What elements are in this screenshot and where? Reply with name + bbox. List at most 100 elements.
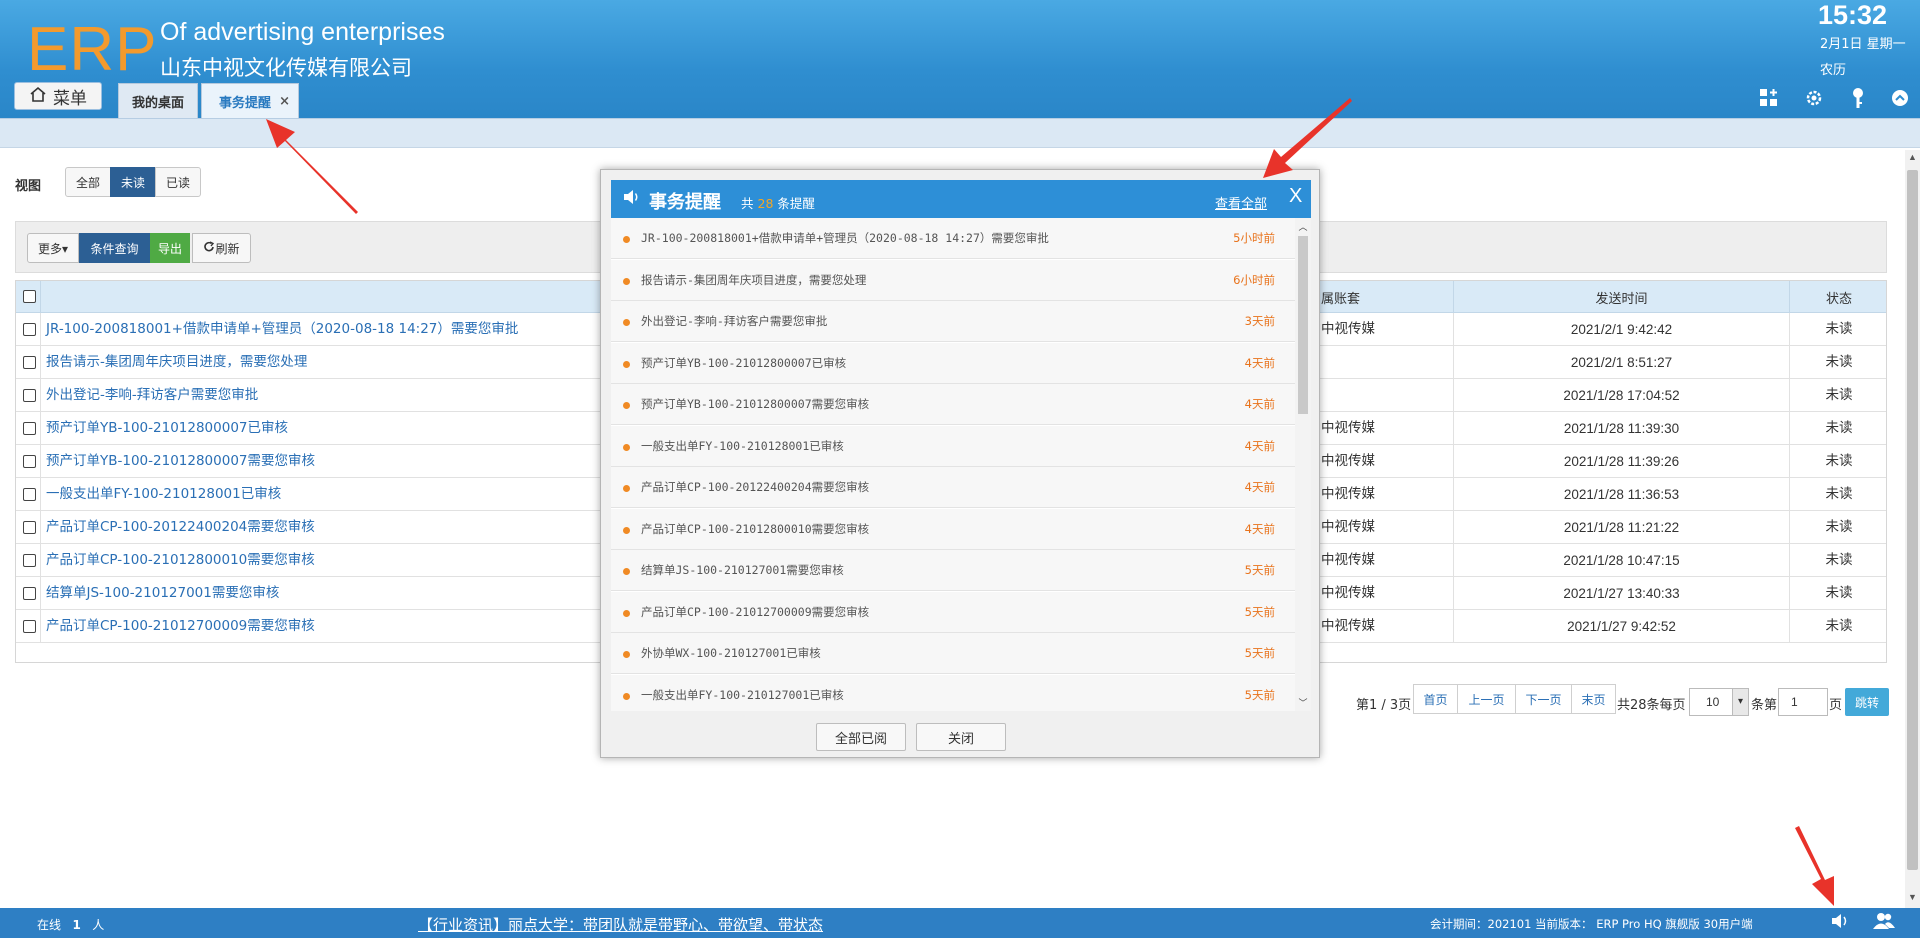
row-send-time: 2021/1/28 17:04:52 <box>1453 379 1789 412</box>
tab-reminders[interactable]: 事务提醒 × <box>201 83 299 118</box>
cell-divider <box>40 445 41 478</box>
close-tab-icon[interactable]: × <box>279 94 290 109</box>
view-all-link[interactable]: 查看全部 <box>1215 193 1267 212</box>
reminder-item[interactable]: 一般支出单FY-100-210127001已审核 5天前 <box>611 674 1295 712</box>
news-link[interactable]: 【行业资讯】丽点大学：带团队就是带野心、带欲望、带状态 <box>418 914 823 935</box>
key-icon[interactable] <box>1846 86 1870 110</box>
row-checkbox[interactable] <box>23 356 36 369</box>
reminder-text[interactable]: 外协单WX-100-210127001已审核 <box>641 633 821 674</box>
row-checkbox[interactable] <box>23 323 36 336</box>
row-send-time: 2021/1/28 11:21:22 <box>1453 511 1789 544</box>
scroll-down-icon[interactable]: ﹀ <box>1295 696 1311 709</box>
reminder-item[interactable]: 外出登记-李响-拜访客户需要您审批 3天前 <box>611 301 1295 342</box>
close-button[interactable]: 关闭 <box>916 723 1006 751</box>
row-title-link[interactable]: JR-100-200818001+借款申请单+管理员（2020-08-18 14… <box>46 313 518 346</box>
reminder-text[interactable]: 预产订单YB-100-21012800007已审核 <box>641 343 846 384</box>
app-header: ERP Of advertising enterprises 山东中视文化传媒有… <box>0 0 1920 118</box>
reminder-item[interactable]: 外协单WX-100-210127001已审核 5天前 <box>611 633 1295 674</box>
reminder-item[interactable]: 预产订单YB-100-21012800007已审核 4天前 <box>611 342 1295 384</box>
view-all-button[interactable]: 全部 <box>65 167 111 197</box>
reminder-time-ago: 5小时前 <box>1233 231 1275 245</box>
row-checkbox[interactable] <box>23 554 36 567</box>
row-checkbox[interactable] <box>23 455 36 468</box>
reminder-text[interactable]: 产品订单CP-100-21012800010需要您审核 <box>641 509 869 550</box>
row-checkbox[interactable] <box>23 422 36 435</box>
reminder-text[interactable]: 一般支出单FY-100-210127001已审核 <box>641 675 844 712</box>
refresh-button[interactable]: 刷新 <box>192 233 251 263</box>
reminder-item[interactable]: 报告请示-集团周年庆项目进度，需要您处理 6小时前 <box>611 259 1295 301</box>
scroll-up-icon[interactable]: ▲ <box>1905 152 1920 166</box>
view-read-button[interactable]: 已读 <box>155 167 201 197</box>
close-icon[interactable]: X <box>1289 185 1302 208</box>
total-count: 共28条每页 <box>1617 698 1686 713</box>
collapse-up-icon[interactable] <box>1888 86 1912 110</box>
scroll-down-icon[interactable]: ▼ <box>1905 892 1920 906</box>
reminder-item[interactable]: JR-100-200818001+借款申请单+管理员（2020-08-18 14… <box>611 218 1295 259</box>
scrollbar-thumb[interactable] <box>1907 170 1918 870</box>
reminder-text[interactable]: 产品订单CP-100-20122400204需要您审核 <box>641 467 869 508</box>
apps-icon[interactable] <box>1757 86 1781 110</box>
gear-icon[interactable] <box>1802 86 1826 110</box>
jump-button[interactable]: 跳转 <box>1845 688 1889 716</box>
per-page-value: 10 <box>1706 695 1720 709</box>
row-checkbox[interactable] <box>23 620 36 633</box>
export-button[interactable]: 导出 <box>150 233 190 263</box>
row-title-link[interactable]: 报告请示-集团周年庆项目进度，需要您处理 <box>46 346 307 379</box>
row-checkbox[interactable] <box>23 587 36 600</box>
view-label: 视图 <box>15 179 42 194</box>
bullet-dot-icon <box>623 277 630 285</box>
users-icon[interactable] <box>1873 912 1895 935</box>
row-title-link[interactable]: 一般支出单FY-100-210128001已审核 <box>46 478 281 511</box>
select-all-checkbox[interactable] <box>23 290 36 303</box>
row-send-time: 2021/1/28 11:39:26 <box>1453 445 1789 478</box>
dialog-scrollbar[interactable]: ︿ ﹀ <box>1295 218 1311 711</box>
bullet-dot-icon <box>623 319 630 326</box>
row-title-link[interactable]: 预产订单YB-100-21012800007需要您审核 <box>46 445 315 478</box>
mark-all-read-button[interactable]: 全部已阅 <box>816 723 906 751</box>
reminder-item[interactable]: 预产订单YB-100-21012800007需要您审核 4天前 <box>611 384 1295 425</box>
goto-page-input[interactable]: 1 <box>1778 688 1828 716</box>
page-scrollbar[interactable]: ▲ ▼ <box>1905 150 1920 908</box>
more-button[interactable]: 更多▾ <box>27 233 79 263</box>
view-unread-button[interactable]: 未读 <box>110 167 156 197</box>
reminder-text[interactable]: 预产订单YB-100-21012800007需要您审核 <box>641 384 869 425</box>
column-header-account: 属账套 <box>1321 291 1361 307</box>
menu-button[interactable]: 菜单 <box>14 82 102 110</box>
reminder-text[interactable]: 报告请示-集团周年庆项目进度，需要您处理 <box>641 260 866 301</box>
last-page-button[interactable]: 末页 <box>1571 684 1616 714</box>
row-title-link[interactable]: 外出登记-李响-拜访客户需要您审批 <box>46 379 258 412</box>
tab-my-desktop[interactable]: 我的桌面 <box>118 83 198 118</box>
speaker-icon[interactable] <box>1830 912 1850 935</box>
row-title-link[interactable]: 产品订单CP-100-21012800010需要您审核 <box>46 544 315 577</box>
per-page-select[interactable]: 10 ▾ <box>1689 688 1749 716</box>
reminder-text[interactable]: 一般支出单FY-100-210128001已审核 <box>641 426 844 467</box>
next-page-button[interactable]: 下一页 <box>1515 684 1572 714</box>
reminder-text[interactable]: 产品订单CP-100-21012700009需要您审核 <box>641 592 869 633</box>
row-checkbox[interactable] <box>23 389 36 402</box>
row-account: 中视传媒 <box>1321 519 1375 535</box>
scroll-up-icon[interactable]: ︿ <box>1295 220 1311 233</box>
chevron-down-icon: ▾ <box>1732 689 1748 715</box>
reminder-time-ago: 4天前 <box>1244 355 1275 370</box>
reminder-item[interactable]: 结算单JS-100-210127001需要您审核 5天前 <box>611 550 1295 591</box>
row-checkbox[interactable] <box>23 488 36 501</box>
reminder-item[interactable]: 一般支出单FY-100-210128001已审核 4天前 <box>611 425 1295 467</box>
reminder-item[interactable]: 产品订单CP-100-21012700009需要您审核 5天前 <box>611 591 1295 633</box>
reminder-item[interactable]: 产品订单CP-100-21012800010需要您审核 4天前 <box>611 508 1295 550</box>
row-send-time: 2021/1/28 11:39:30 <box>1453 412 1789 445</box>
reminder-item[interactable]: 产品订单CP-100-20122400204需要您审核 4天前 <box>611 467 1295 508</box>
scrollbar-thumb[interactable] <box>1298 236 1308 414</box>
query-button[interactable]: 条件查询 <box>79 233 150 263</box>
reminder-text[interactable]: 结算单JS-100-210127001需要您审核 <box>641 550 844 591</box>
first-page-button[interactable]: 首页 <box>1413 684 1458 714</box>
reminder-text[interactable]: 外出登记-李响-拜访客户需要您审批 <box>641 301 827 342</box>
prev-page-button[interactable]: 上一页 <box>1457 684 1516 714</box>
row-title-link[interactable]: 产品订单CP-100-20122400204需要您审核 <box>46 511 315 544</box>
row-checkbox[interactable] <box>23 521 36 534</box>
row-title-link[interactable]: 预产订单YB-100-21012800007已审核 <box>46 412 288 445</box>
cell-divider <box>40 610 41 643</box>
row-title-link[interactable]: 结算单JS-100-210127001需要您审核 <box>46 577 279 610</box>
reminder-text[interactable]: JR-100-200818001+借款申请单+管理员（2020-08-18 14… <box>641 218 1049 259</box>
reminder-count: 共 28 条提醒 <box>741 193 815 212</box>
row-title-link[interactable]: 产品订单CP-100-21012700009需要您审核 <box>46 610 315 643</box>
